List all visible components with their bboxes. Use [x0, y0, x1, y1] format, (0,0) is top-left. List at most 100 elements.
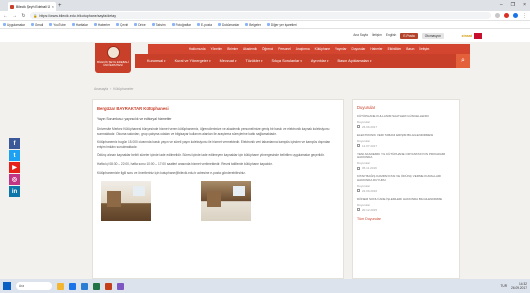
forward-icon[interactable]: →	[12, 13, 17, 19]
secondary-nav-item[interactable]: Araştırma	[296, 47, 310, 51]
email-button[interactable]: E-Posta	[400, 33, 418, 39]
new-tab-button[interactable]: +	[58, 2, 62, 10]
bookmark-item[interactable]: Uygulamalar	[3, 23, 25, 27]
minimize-button[interactable]: –	[500, 1, 503, 10]
top-link-home[interactable]: Ana Sayfa	[353, 33, 368, 39]
word-icon[interactable]	[81, 282, 88, 290]
main-nav-item[interactable]: Mevzuat ▾	[220, 59, 237, 63]
language-indicator[interactable]: TUR	[500, 284, 507, 288]
automation-button[interactable]: Otomasyon	[421, 33, 444, 39]
top-link-contact[interactable]: İletişim	[372, 33, 382, 39]
main-nav-label: Basın Açıklamaları	[337, 59, 369, 63]
bookmark-item[interactable]: Fotoğraflar	[171, 23, 191, 27]
main-nav-item[interactable]: Ayrıntılar ▾	[311, 59, 329, 63]
main-nav-item[interactable]: Tüzükler ▾	[245, 59, 262, 63]
secondary-nav-item[interactable]: Kütüphane	[315, 47, 330, 51]
bookmark-item[interactable]: Belgeler	[245, 23, 261, 27]
start-icon[interactable]	[3, 282, 11, 290]
library-photo[interactable]	[101, 181, 151, 222]
secondary-nav-item[interactable]: Basın	[406, 47, 414, 51]
app-icon[interactable]	[117, 282, 124, 290]
photo-shelf	[207, 191, 221, 208]
linkedin-icon[interactable]: in	[9, 186, 20, 197]
secondary-nav-item[interactable]: Birimler	[227, 47, 238, 51]
youtube-icon[interactable]: ▶	[9, 162, 20, 173]
omnibox[interactable]: 🔒 https://www.bilecik.edu.tr/kutuphane/s…	[30, 12, 491, 19]
news-item[interactable]: Dönem Sonu İade İşlemleri Hakkında Bilgi…	[357, 197, 455, 212]
news-title[interactable]: Dönem Sonu İade İşlemleri Hakkında Bilgi…	[357, 197, 455, 202]
secondary-nav-item[interactable]: Personel	[278, 47, 291, 51]
news-title[interactable]: Elektronik Veri Tabanı Erişim Bilgilendi…	[357, 133, 455, 138]
library-photo[interactable]	[201, 181, 251, 222]
bookmark-icon	[197, 23, 200, 26]
browser-tab[interactable]: Bilecik Şeyh Edebali Üniversitesi - Kütü…	[8, 2, 56, 11]
bookmarks-bar: Uygulamalar Gmail YouTube Haritalar Haberler…	[0, 21, 530, 29]
news-item[interactable]: Yeni Akademik Yıl Kütüphane Oryantasyon …	[357, 152, 455, 170]
extension-icon[interactable]	[504, 13, 509, 18]
bookmark-item[interactable]: Diğer yer işaretleri	[266, 22, 297, 27]
secondary-nav-item[interactable]: Yönetim	[211, 47, 223, 51]
profile-icon[interactable]	[513, 13, 518, 18]
secondary-nav-item[interactable]: Hakkımızda	[189, 47, 206, 51]
bank-logo[interactable]: ziraat	[462, 33, 472, 38]
tab-title: Bilecik Şeyh Edebali Üniversitesi - Kütü…	[16, 4, 50, 9]
university-logo[interactable]: BİLECİK ŞEYH EDEBALİ ÜNİVERSİTESİ	[95, 43, 131, 73]
breadcrumb-home[interactable]: Anasayfa	[94, 87, 108, 91]
powerpoint-icon[interactable]	[105, 282, 112, 290]
explorer-icon[interactable]	[57, 282, 64, 290]
star-icon[interactable]	[495, 13, 500, 18]
menu-icon[interactable]: ⋮	[522, 13, 527, 19]
main-nav-item[interactable]: Basın Açıklamaları ▾	[338, 59, 372, 63]
secondary-nav-item[interactable]: İletişim	[419, 47, 429, 51]
bookmark-item[interactable]: Haritalar	[71, 23, 88, 27]
main-nav-label: Mevzuat	[219, 59, 234, 63]
main-nav-item[interactable]: Kural ve Yönergeler ▾	[175, 59, 211, 63]
instagram-icon[interactable]: ◎	[9, 174, 20, 185]
bookmark-item[interactable]: Drive	[134, 23, 146, 27]
bookmark-item[interactable]: Dokümanlar	[218, 23, 239, 27]
top-strip: Ana Sayfa İletişim English E-Posta Otoma…	[0, 30, 530, 42]
news-title[interactable]: Kütüphane Kullanım Saatleri Güncellendi	[357, 114, 455, 119]
twitter-icon[interactable]: t	[9, 150, 20, 161]
secondary-nav-item[interactable]: Duyurular	[352, 47, 366, 51]
chrome-icon[interactable]	[69, 282, 76, 290]
bookmark-label: Diğer yer işaretleri	[270, 22, 297, 27]
reload-icon[interactable]: ↻	[21, 13, 26, 19]
bookmark-item[interactable]: YouTube	[49, 23, 66, 27]
close-window-button[interactable]: ×	[523, 1, 526, 10]
main-nav-item[interactable]: Sıkça Sorulanlar ▾	[272, 59, 302, 63]
bookmark-item[interactable]: Gmail	[30, 23, 43, 27]
news-title[interactable]: Yeni Akademik Yıl Kütüphane Oryantasyon …	[357, 152, 455, 161]
secondary-nav-item[interactable]: Yayınlar	[335, 47, 346, 51]
excel-icon[interactable]	[93, 282, 100, 290]
all-announcements-link[interactable]: Tüm Duyurular	[357, 217, 455, 221]
tab-close-icon[interactable]: ×	[52, 4, 54, 9]
back-icon[interactable]: ←	[3, 13, 8, 19]
news-title[interactable]: Kitap Bağış Kampanyası ve Ödünç Verme Ku…	[357, 174, 455, 183]
article-panel: Bergüzar BAYRAKTAR Kütüphanesi Yayın Sor…	[92, 99, 344, 279]
secondary-nav-item[interactable]: Haberler	[370, 47, 382, 51]
url-text[interactable]: https://www.bilecik.edu.tr/kutuphane/say…	[39, 14, 116, 18]
taskbar-search[interactable]: Ara	[16, 282, 52, 290]
bookmark-icon	[93, 23, 97, 26]
secondary-nav-item[interactable]: Öğrenci	[262, 47, 273, 51]
bookmark-item[interactable]: Haberler	[93, 23, 110, 27]
top-link-english[interactable]: English	[386, 33, 396, 39]
clock[interactable]: 14:32 26.09.2017	[511, 282, 527, 290]
bookmark-item[interactable]: Takvim	[151, 23, 166, 27]
facebook-icon[interactable]: f	[9, 138, 20, 149]
search-icon[interactable]: ⌕	[456, 54, 470, 68]
news-item[interactable]: Kütüphane Kullanım Saatleri Güncellendi D…	[357, 114, 455, 129]
secondary-nav-item[interactable]: Etkinlikler	[388, 47, 402, 51]
news-item[interactable]: Elektronik Veri Tabanı Erişim Bilgilendi…	[357, 133, 455, 148]
chevron-down-icon: ▾	[370, 59, 372, 63]
maximize-button[interactable]: ❐	[511, 1, 515, 10]
main-nav-item[interactable]: Kurumsal ▾	[147, 59, 166, 63]
news-item[interactable]: Kitap Bağış Kampanyası ve Ödünç Verme Ku…	[357, 174, 455, 193]
main-nav-label: Sıkça Sorulanlar	[271, 59, 300, 63]
window-controls: – ❐ ×	[500, 1, 526, 10]
secondary-nav-item[interactable]: Akademik	[243, 47, 257, 51]
bookmark-item[interactable]: Çeviri	[116, 23, 128, 27]
bookmark-item[interactable]: E-posta	[197, 23, 212, 27]
clock-date: 26.09.2017	[511, 286, 527, 290]
